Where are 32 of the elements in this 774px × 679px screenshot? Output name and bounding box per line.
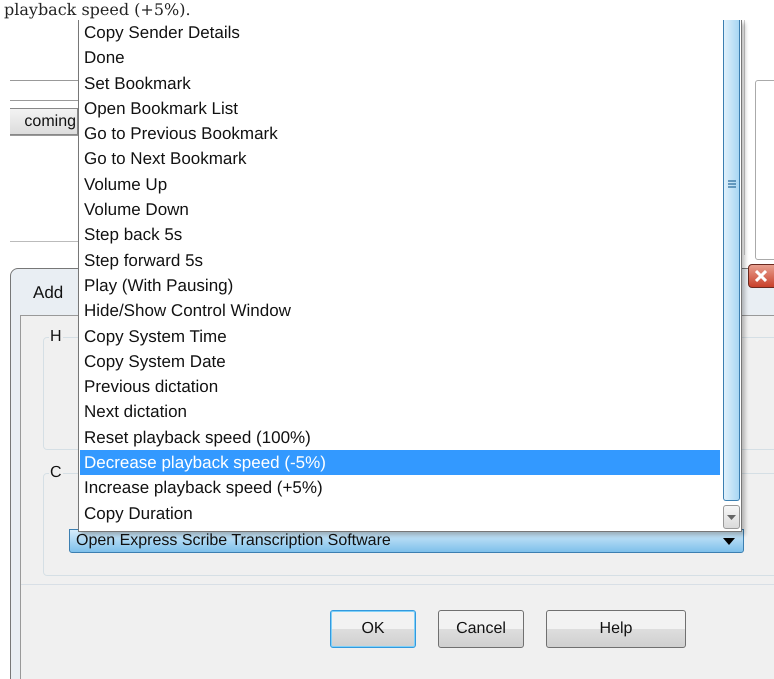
list-option[interactable]: Copy Duration [80, 500, 720, 526]
group-label: H [49, 328, 63, 346]
list-option[interactable]: Volume Down [80, 197, 720, 222]
list-option[interactable]: Go to Next Bookmark [80, 146, 720, 172]
close-icon [755, 270, 767, 282]
dialog-button[interactable]: Help [546, 610, 686, 648]
list-option[interactable]: Done [80, 45, 720, 71]
list-option[interactable]: Copy System Time [80, 324, 720, 349]
dialog-button[interactable]: Cancel [438, 610, 524, 648]
scroll-down-button[interactable] [723, 505, 740, 529]
list-option[interactable]: Previous dictation [80, 374, 720, 400]
list-option[interactable]: Reset playback speed (100%) [80, 424, 720, 450]
list-option[interactable]: Set Bookmark [80, 70, 720, 96]
dialog-title: Add [33, 282, 64, 304]
down-arrow-icon [727, 514, 736, 520]
list-option[interactable]: Open Bookmark List [80, 96, 720, 122]
list-option[interactable]: Step back 5s [80, 222, 720, 248]
list-option[interactable]: Volume Up [80, 172, 720, 198]
grip-icon [728, 180, 736, 188]
list-option[interactable]: Next dictation [80, 399, 720, 425]
group-label: C [49, 464, 63, 482]
list-option[interactable]: Go to Previous Bookmark [80, 121, 720, 146]
caret-icon [723, 538, 735, 544]
list-option[interactable]: Copy Sender Details [80, 20, 720, 46]
caption-text: playback speed (+5%). [3, 0, 192, 20]
list-option[interactable]: Hide/Show Control Window [80, 298, 720, 324]
list-option[interactable]: Step forward 5s [80, 248, 720, 273]
tab-button[interactable]: coming [10, 108, 78, 135]
list-option[interactable]: Play (With Pausing) [80, 272, 720, 298]
dialog-button[interactable]: OK [330, 610, 416, 648]
list-option[interactable]: Increase playback speed (+5%) [80, 475, 720, 501]
list-option[interactable]: Copy System Date [80, 348, 720, 374]
